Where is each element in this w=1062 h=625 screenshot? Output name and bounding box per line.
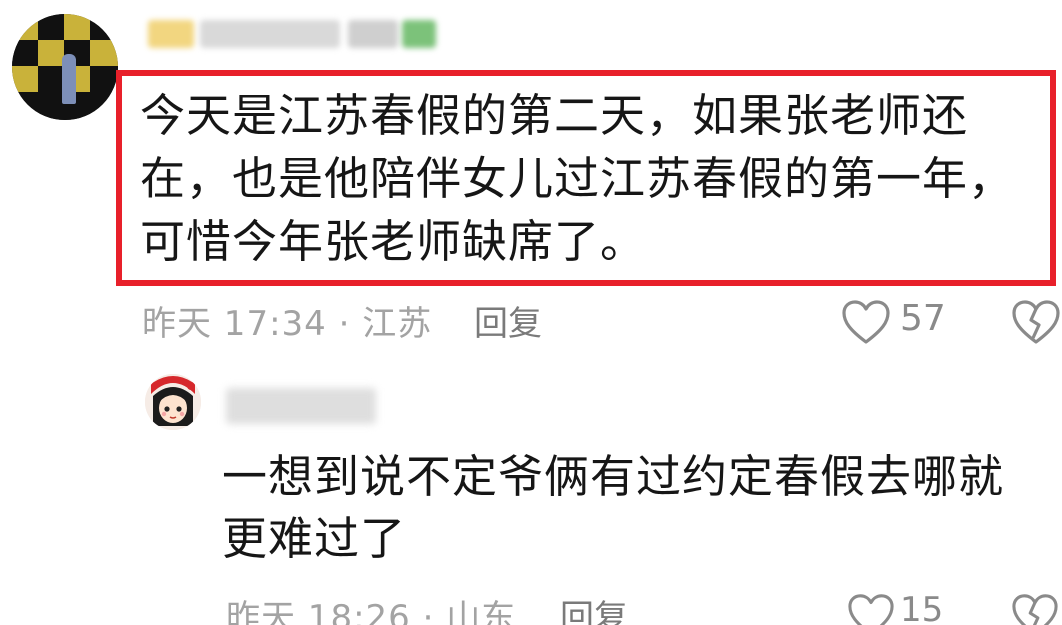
comment-text: 今天是江苏春假的第二天，如果张老师还在，也是他陪伴女儿过江苏春假的第一年，可惜今…	[140, 89, 1015, 268]
broken-heart-icon[interactable]	[1010, 592, 1060, 625]
comment-thread: 今天是江苏春假的第二天，如果张老师还在，也是他陪伴女儿过江苏春假的第一年，可惜今…	[0, 0, 1062, 625]
broken-heart-icon[interactable]	[1010, 298, 1062, 346]
username-blurred[interactable]	[226, 388, 376, 424]
cartoon-girl-avatar-icon[interactable]	[145, 374, 201, 430]
reply-meta: 昨天 18:26 · 山东	[226, 598, 517, 625]
heart-outline-icon[interactable]	[840, 298, 892, 346]
comment-meta: 昨天 17:34 · 江苏	[142, 304, 433, 344]
reply-button[interactable]: 回复	[474, 296, 542, 345]
heart-outline-icon[interactable]	[846, 592, 896, 625]
reply-button[interactable]: 回复	[560, 590, 628, 625]
user-avatar[interactable]	[12, 14, 118, 120]
like-count: 15	[900, 590, 944, 625]
like-count: 57	[900, 298, 946, 339]
reply-text: 一想到说不定爷俩有过约定春假去哪就更难过了	[222, 450, 1005, 565]
username-blurred[interactable]	[140, 12, 440, 56]
